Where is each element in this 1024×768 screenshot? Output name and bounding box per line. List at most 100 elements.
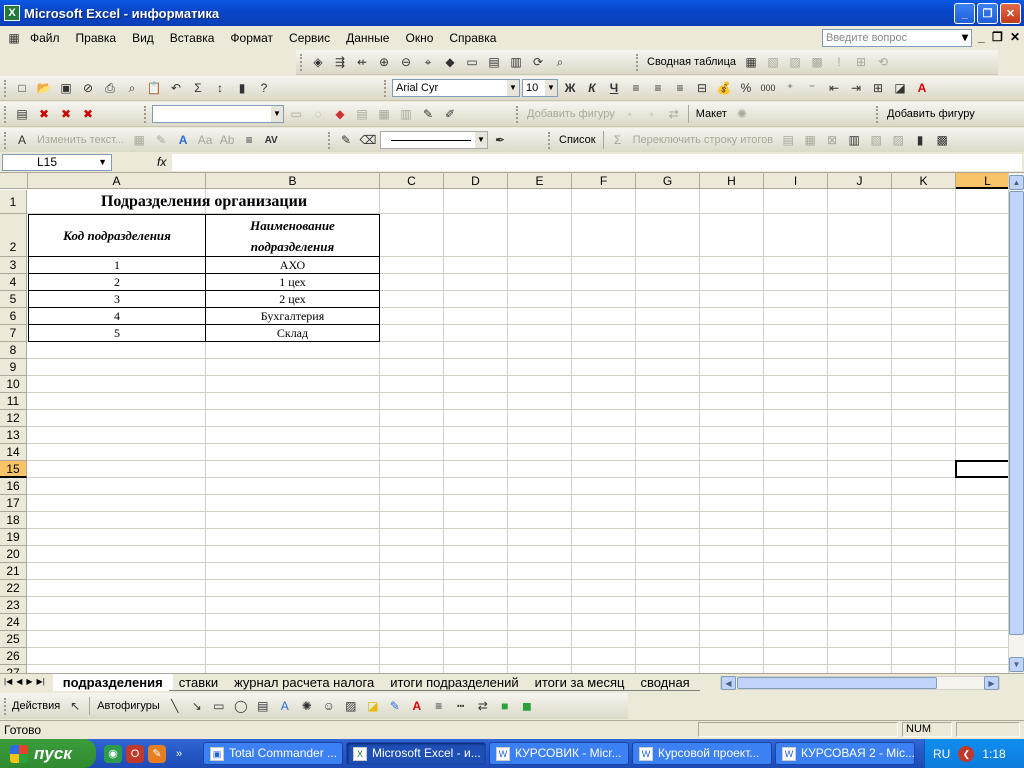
chart-icon[interactable]: ▮ bbox=[232, 78, 252, 98]
table-title[interactable]: Подразделения организации bbox=[28, 190, 380, 214]
print-icon[interactable]: ⎙ bbox=[100, 78, 120, 98]
menu-format[interactable]: Формат bbox=[222, 31, 281, 45]
row-header-7[interactable]: 7 bbox=[0, 325, 27, 342]
reverse-icon[interactable]: ⇄ bbox=[664, 104, 684, 124]
sort-icon[interactable]: ↕ bbox=[210, 78, 230, 98]
eraser-icon[interactable]: ⌫ bbox=[358, 130, 378, 150]
style-icon-4[interactable]: ▤ bbox=[352, 104, 372, 124]
chart-wizard-icon[interactable]: ▥ bbox=[506, 52, 526, 72]
column-header-h[interactable]: H bbox=[700, 173, 764, 189]
task-kursovoy-proekt[interactable]: W Курсовой проект... bbox=[632, 742, 772, 765]
prev-sheet-icon[interactable]: ◀ bbox=[16, 677, 22, 686]
line-color-draw-icon[interactable]: ✎ bbox=[385, 696, 405, 716]
row-header-10[interactable]: 10 bbox=[0, 376, 27, 393]
menu-file[interactable]: Файл bbox=[22, 31, 68, 45]
line-icon[interactable]: ╲ bbox=[165, 696, 185, 716]
row-header-8[interactable]: 8 bbox=[0, 342, 27, 359]
formula-input[interactable] bbox=[172, 153, 1022, 171]
remove-icon-2[interactable]: ✖ bbox=[56, 104, 76, 124]
sheet-tab-podrazdeleniya[interactable]: подразделения bbox=[52, 674, 173, 691]
bold-button[interactable]: Ж bbox=[560, 78, 580, 98]
indent-icon[interactable]: ⇥ bbox=[846, 78, 866, 98]
remove-icon-1[interactable]: ✖ bbox=[34, 104, 54, 124]
sheet-tab-itogi-podrazdeleniy[interactable]: итоги подразделений bbox=[380, 674, 529, 691]
style-combo[interactable]: ▼ bbox=[152, 105, 284, 123]
wordart-insert-icon[interactable]: A bbox=[275, 696, 295, 716]
row-header-5[interactable]: 5 bbox=[0, 291, 27, 308]
table-icon[interactable]: ▤ bbox=[484, 52, 504, 72]
column-header-e[interactable]: E bbox=[508, 173, 572, 189]
last-sheet-icon[interactable]: ▶| bbox=[37, 677, 45, 686]
textbox-icon[interactable]: ▤ bbox=[253, 696, 273, 716]
fill-bucket-icon[interactable]: ◪ bbox=[363, 696, 383, 716]
sheet-tab-zhurnal[interactable]: журнал расчета налога bbox=[224, 674, 385, 691]
row-header-23[interactable]: 23 bbox=[0, 597, 27, 614]
next-sheet-icon[interactable]: ▶ bbox=[26, 677, 32, 686]
cell-name[interactable]: 2 цех bbox=[205, 290, 380, 308]
oval-icon[interactable]: ◯ bbox=[231, 696, 251, 716]
column-header-k[interactable]: K bbox=[892, 173, 956, 189]
row-header-9[interactable]: 9 bbox=[0, 359, 27, 376]
header-name[interactable]: Наименование подразделения bbox=[205, 214, 380, 257]
style-icon-1[interactable]: ▭ bbox=[286, 104, 306, 124]
spacing-icon[interactable]: AV bbox=[261, 130, 281, 150]
show-field-icon[interactable]: ▩ bbox=[807, 52, 827, 72]
sheet-tab-itogi-za-mesyac[interactable]: итоги за месяц bbox=[524, 674, 635, 691]
scroll-down-button[interactable]: ▼ bbox=[1009, 657, 1024, 672]
pivot-table-menu[interactable]: Сводная таблица bbox=[644, 56, 739, 68]
excl-icon[interactable]: ! bbox=[829, 52, 849, 72]
list-icon-6[interactable]: ▨ bbox=[888, 130, 908, 150]
task-kursovaya-2[interactable]: W КУРСОВАЯ 2 - Mic... bbox=[775, 742, 915, 765]
column-header-g[interactable]: G bbox=[636, 173, 700, 189]
task-excel[interactable]: X Microsoft Excel - и... bbox=[346, 742, 486, 765]
font-size-combo[interactable]: 10 ▼ bbox=[522, 79, 558, 97]
permission-icon[interactable]: ⊘ bbox=[78, 78, 98, 98]
wordart-shape-icon[interactable]: A bbox=[173, 130, 193, 150]
autoformat-icon[interactable]: ✺ bbox=[732, 104, 752, 124]
preview-icon[interactable]: ⌕ bbox=[122, 78, 142, 98]
scroll-left-button[interactable]: ◀ bbox=[721, 676, 736, 690]
list-icon-5[interactable]: ▧ bbox=[866, 130, 886, 150]
column-header-l[interactable]: L bbox=[956, 173, 1008, 189]
save-icon[interactable]: ▣ bbox=[56, 78, 76, 98]
shadow-icon[interactable]: ■ bbox=[495, 696, 515, 716]
sheet-tab-stavki[interactable]: ставки bbox=[168, 674, 229, 691]
close-button[interactable]: ✕ bbox=[1000, 3, 1021, 24]
horizontal-scroll-thumb[interactable] bbox=[737, 677, 937, 689]
same-height-icon[interactable]: Aa bbox=[195, 130, 215, 150]
restore-button[interactable]: ❐ bbox=[977, 3, 998, 24]
style-icon-3[interactable]: ◆ bbox=[330, 104, 350, 124]
list-icon-2[interactable]: ▦ bbox=[800, 130, 820, 150]
minimize-button[interactable]: _ bbox=[954, 3, 975, 24]
row-header-24[interactable]: 24 bbox=[0, 614, 27, 631]
quicklaunch-more-icon[interactable]: » bbox=[170, 745, 188, 763]
column-header-c[interactable]: C bbox=[380, 173, 444, 189]
list-chart-icon[interactable]: ▮ bbox=[910, 130, 930, 150]
list-icon-1[interactable]: ▤ bbox=[778, 130, 798, 150]
fill-color-icon[interactable]: ◪ bbox=[890, 78, 910, 98]
header-code[interactable]: Код подразделения bbox=[28, 214, 206, 257]
edit-text-button[interactable]: Изменить текст... bbox=[34, 134, 127, 146]
row-header-12[interactable]: 12 bbox=[0, 410, 27, 427]
cell-code[interactable]: 3 bbox=[28, 290, 206, 308]
draw-border-icon[interactable]: ✎ bbox=[336, 130, 356, 150]
merge-icon[interactable]: ⊟ bbox=[692, 78, 712, 98]
first-sheet-icon[interactable]: |◀ bbox=[4, 677, 12, 686]
name-box[interactable]: L15 ▼ bbox=[2, 153, 112, 171]
row-header-27[interactable]: 27 bbox=[0, 665, 27, 673]
add-shape-button-2[interactable]: Добавить фигуру bbox=[884, 108, 978, 120]
cell-code[interactable]: 4 bbox=[28, 307, 206, 325]
menu-view[interactable]: Вид bbox=[124, 31, 162, 45]
help-icon[interactable]: ? bbox=[254, 78, 274, 98]
align-right-icon[interactable]: ≡ bbox=[670, 78, 690, 98]
italic-button[interactable]: К bbox=[582, 78, 602, 98]
hide-field-icon[interactable]: ▨ bbox=[785, 52, 805, 72]
row-header-26[interactable]: 26 bbox=[0, 648, 27, 665]
row-header-13[interactable]: 13 bbox=[0, 427, 27, 444]
scroll-up-button[interactable]: ▲ bbox=[1009, 175, 1024, 190]
horizontal-scrollbar[interactable]: ◀ ▶ bbox=[720, 676, 1000, 690]
toggle-totals-button[interactable]: Переключить строку итогов bbox=[630, 134, 777, 146]
refresh-data-icon[interactable]: ⟲ bbox=[873, 52, 893, 72]
row-header-21[interactable]: 21 bbox=[0, 563, 27, 580]
column-header-a[interactable]: A bbox=[28, 173, 206, 189]
